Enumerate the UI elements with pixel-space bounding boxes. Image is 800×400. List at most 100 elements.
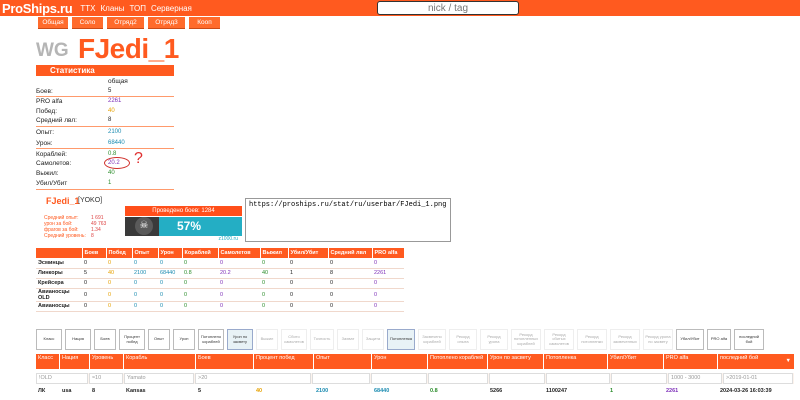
site-logo[interactable]: ProShips.ru (2, 1, 73, 16)
filter-input[interactable]: 1000 - 3000 (668, 373, 722, 384)
nav-link-ttx[interactable]: ТТХ (80, 4, 95, 13)
nav-link-server[interactable]: Серверная (151, 4, 192, 13)
tab-solo[interactable]: Соло (72, 17, 103, 29)
table-header: Боев Побед Опыт Урон Кораблей Самолетов … (36, 248, 405, 258)
filter-toggle[interactable]: Выжил (256, 329, 278, 350)
server-label: WG (36, 40, 69, 61)
sort-header[interactable]: последний бой ▼ (718, 354, 794, 369)
stat-row: Урон: 68440 (36, 140, 125, 147)
table-row: Крейсера 0 0 0 0 0 0 0 0 0 0 (36, 278, 404, 289)
filter-input[interactable]: !OLD (36, 373, 88, 384)
sort-header[interactable]: Класс (36, 354, 60, 369)
filter-toggle[interactable]: Урон (173, 329, 195, 350)
table-row: Авианосцы OLD 0 0 0 0 0 0 0 0 0 0 (36, 288, 404, 302)
stat-row: Кораблей: 0.8 (36, 151, 117, 158)
filter-toggle[interactable]: Сбито самолетов (281, 329, 307, 350)
ships-filter-row: !OLD ≈10 Yamato >20 1000 - 3000 >2019-01… (36, 373, 794, 384)
sort-header[interactable]: PRO alfa (664, 354, 718, 369)
table-row[interactable]: ЛК usa 8 Kansas 5 40 2100 68440 0.8 5266… (36, 386, 794, 396)
top-nav-links: ТТХ Кланы ТОП Серверная (80, 4, 192, 13)
filter-toggle[interactable]: Рекорд потопленных кораблей (511, 329, 541, 350)
stats-title: Статистика (36, 65, 174, 76)
filter-toggle[interactable]: Рекорд урона (480, 329, 508, 350)
sort-header[interactable]: Нация (60, 354, 90, 369)
table-row: Авианосцы 0 0 0 0 0 0 0 0 0 0 (36, 301, 404, 312)
filter-toggle[interactable]: Опыт (148, 329, 170, 350)
class-stats-table: Боев Побед Опыт Урон Кораблей Самолетов … (36, 248, 405, 312)
filter-input[interactable] (546, 373, 610, 384)
filter-toggle[interactable]: Точность (310, 329, 334, 350)
sort-header[interactable]: Убил/Убит (608, 354, 664, 369)
divider (36, 96, 174, 97)
userbar-stats: Средний опыт: 1 691 урон за бой: 49 763 фр… (44, 215, 107, 239)
search-input[interactable] (377, 1, 519, 15)
sort-header[interactable]: Процент побед (254, 354, 314, 369)
filter-toggle[interactable]: последний бой (734, 329, 764, 350)
filter-toggle[interactable]: Рекорд засвеченных (610, 329, 640, 350)
filter-input[interactable] (611, 373, 667, 384)
mode-tabs: Общая Соло Отряд2 Отряд3 Кооп (38, 17, 220, 29)
sort-header[interactable]: Потопленка (544, 354, 608, 369)
filter-input[interactable]: ≈10 (89, 373, 123, 384)
question-mark-icon: ? (134, 150, 143, 167)
stats-column-header: общая (108, 78, 128, 85)
filter-toggle[interactable]: Захват (337, 329, 359, 350)
nav-link-clans[interactable]: Кланы (101, 4, 125, 13)
tab-squad3[interactable]: Отряд3 (148, 17, 185, 29)
filter-input[interactable] (489, 373, 545, 384)
sort-header[interactable]: Урон (372, 354, 428, 369)
column-filter-buttons: Класс Нация Боев Процент побед Опыт Урон… (36, 329, 764, 350)
divider (36, 148, 174, 149)
sort-header[interactable]: Потоплено кораблей (428, 354, 488, 369)
filter-input[interactable] (428, 373, 488, 384)
filter-input[interactable]: Yamato (124, 373, 194, 384)
table-row: Эсминцы 0 0 0 0 0 0 0 0 0 0 (36, 258, 404, 269)
stat-row: Боев: 5 (36, 88, 112, 95)
stat-row: PRO alfa 2261 (36, 98, 122, 105)
filter-toggle[interactable]: Боев (94, 329, 116, 350)
filter-toggle[interactable]: Потоплено кораблей (198, 329, 224, 350)
ships-table-header: Класс Нация Уровень Корабль Боев Процент… (36, 354, 794, 369)
filter-toggle[interactable]: Урон по засвету (227, 329, 253, 350)
sort-header[interactable]: Урон по засвету (488, 354, 544, 369)
filter-toggle[interactable]: Процент побед (119, 329, 145, 350)
divider (36, 189, 174, 190)
sort-header[interactable]: Боев (196, 354, 254, 369)
filter-input[interactable] (371, 373, 427, 384)
tab-coop[interactable]: Кооп (189, 17, 220, 29)
player-name: FJedi_1 (78, 33, 179, 64)
filter-input[interactable]: >2019-01-01 (723, 373, 793, 384)
tab-squad2[interactable]: Отряд2 (107, 17, 144, 29)
filter-input[interactable]: >20 (195, 373, 311, 384)
filter-toggle[interactable]: Засвечено кораблей (418, 329, 446, 350)
userbar-site: z1000.ru (218, 236, 238, 242)
filter-toggle[interactable]: Защита (362, 329, 384, 350)
pirate-emblem-icon: ☠ (135, 217, 153, 235)
filter-toggle[interactable]: Убил/Убит (676, 329, 704, 350)
sort-header[interactable]: Корабль (124, 354, 196, 369)
filter-toggle[interactable]: Рекорд потопленки (577, 329, 607, 350)
stat-row: Убил/Убит 1 (36, 180, 112, 187)
annotation-circle (104, 157, 130, 169)
userbar-clan-tag: [YOKO] (78, 197, 103, 204)
filter-toggle[interactable]: PRO alfa (707, 329, 731, 350)
sort-header[interactable]: Опыт (314, 354, 372, 369)
stat-row: Опыт: 2100 (36, 129, 122, 136)
filter-input[interactable] (312, 373, 370, 384)
filter-toggle[interactable]: Рекорд урона по засвету (643, 329, 673, 350)
userbar-url-field[interactable]: https://proships.ru/stat/ru/userbar/FJed… (245, 198, 451, 242)
nav-link-top[interactable]: ТОП (129, 4, 146, 13)
stat-row: Средний лвл: 8 (36, 117, 112, 124)
table-row: Линкоры 5 40 2100 68440 0.8 20.2 40 1 8 2261 (36, 268, 404, 279)
userbar-image: Проведено боев: 1284 57% ПОБЕД ☠ z1000.r… (125, 206, 242, 252)
stat-row: Выжил: 40 (36, 170, 115, 177)
filter-toggle[interactable]: Потопленка (387, 329, 415, 350)
filter-toggle[interactable]: Рекорд сбитых самолетов (544, 329, 574, 350)
divider (36, 126, 174, 127)
sort-header[interactable]: Уровень (90, 354, 124, 369)
filter-toggle[interactable]: Нация (65, 329, 91, 350)
filter-toggle[interactable]: Рекорд опыта (449, 329, 477, 350)
tab-general[interactable]: Общая (38, 17, 68, 29)
filter-toggle[interactable]: Класс (36, 329, 62, 350)
userbar-player-name: FJedi_1 (46, 196, 80, 206)
